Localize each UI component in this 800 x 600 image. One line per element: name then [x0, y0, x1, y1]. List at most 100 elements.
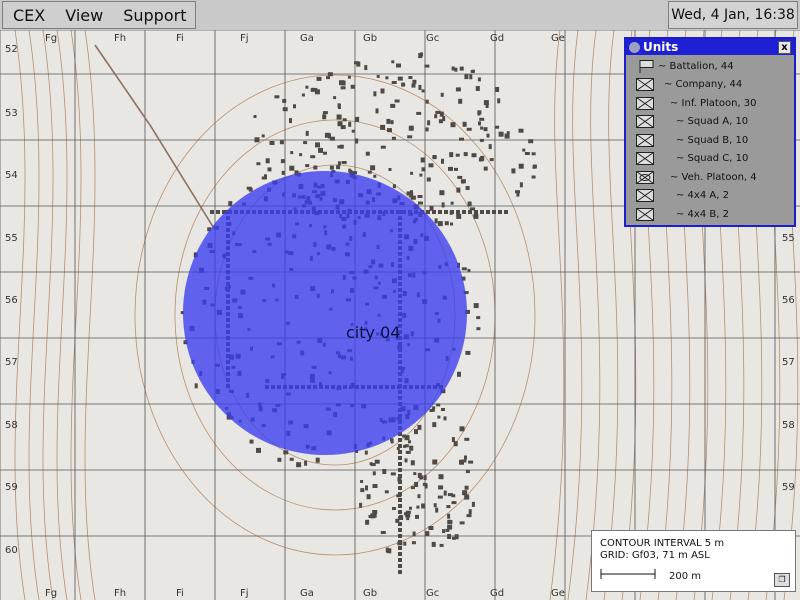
unit-row[interactable]: ~ Inf. Platoon, 30	[628, 94, 792, 113]
unit-row[interactable]: ~ Squad A, 10	[628, 113, 792, 132]
building	[411, 541, 416, 545]
grid-column-label: Gc	[426, 33, 439, 44]
building	[398, 480, 402, 484]
unit-row[interactable]: ~ 4x4 A, 2	[628, 187, 792, 206]
building	[404, 444, 409, 448]
building	[336, 165, 341, 170]
building	[347, 75, 351, 79]
building	[341, 161, 347, 164]
building	[444, 221, 449, 226]
grid-column-label: Fh	[114, 33, 126, 44]
building	[392, 184, 396, 189]
grid-column-label: Gd	[490, 33, 504, 44]
unit-row[interactable]: ~ Veh. Platoon, 4	[628, 168, 792, 187]
building	[437, 221, 443, 227]
infantry-icon	[636, 207, 654, 221]
building	[468, 460, 474, 464]
units-list: ~ Battalion, 44 ~ Company, 44 ~ Inf. Plato…	[628, 57, 792, 223]
units-title-bar[interactable]: Units x	[626, 39, 794, 55]
hq-flag-icon	[636, 59, 654, 73]
building	[417, 494, 421, 499]
building	[433, 423, 436, 427]
building	[465, 186, 470, 190]
building	[261, 134, 265, 138]
building	[459, 459, 464, 465]
building	[409, 506, 412, 510]
menu-support[interactable]: Support	[113, 6, 196, 25]
building	[372, 471, 376, 476]
building	[411, 83, 416, 88]
grid-column-label: Gc	[426, 588, 439, 599]
building	[329, 165, 334, 170]
building	[497, 98, 501, 104]
close-icon[interactable]: x	[778, 41, 791, 54]
building	[468, 509, 472, 515]
city-label[interactable]: city 04	[346, 323, 400, 342]
infantry-icon	[636, 152, 654, 166]
building	[438, 210, 442, 214]
building	[531, 175, 536, 179]
building	[296, 462, 302, 468]
building	[434, 114, 438, 119]
restore-icon[interactable]: ❐	[774, 573, 790, 587]
building	[504, 210, 508, 214]
unit-row[interactable]: ~ 4x4 B, 2	[628, 205, 792, 224]
menu-cex[interactable]: CEX	[3, 6, 55, 25]
building	[442, 529, 446, 534]
building	[280, 159, 285, 164]
grid-column-label: Fi	[176, 588, 184, 599]
unit-row[interactable]: ~ Squad C, 10	[628, 150, 792, 169]
building	[253, 115, 257, 118]
building	[305, 130, 309, 136]
building	[376, 74, 380, 78]
building	[451, 437, 455, 443]
building	[464, 455, 467, 460]
building	[324, 132, 330, 138]
grid-row-label: 60	[5, 545, 18, 556]
city-zone-circle[interactable]	[183, 171, 467, 455]
grid-row-label: 56	[5, 295, 18, 306]
building	[479, 117, 485, 121]
building	[323, 151, 327, 155]
grid-column-label: Fh	[114, 588, 126, 599]
building	[528, 139, 534, 144]
building	[305, 164, 310, 168]
menu-view[interactable]: View	[55, 6, 113, 25]
building	[420, 157, 425, 163]
building	[450, 122, 456, 128]
building	[391, 60, 395, 64]
building	[310, 87, 315, 92]
building	[254, 137, 260, 143]
building	[315, 457, 320, 463]
building	[424, 64, 430, 68]
building	[471, 153, 477, 158]
building	[438, 485, 444, 490]
building	[337, 145, 343, 149]
unit-row[interactable]: ~ Battalion, 44	[628, 57, 792, 76]
building	[423, 475, 427, 481]
units-window[interactable]: Units x ~ Battalion, 44 ~ Company, 44 ~ In…	[624, 37, 796, 227]
building	[318, 147, 323, 153]
building	[451, 494, 456, 498]
grid-row-label: 53	[5, 108, 18, 119]
building	[506, 131, 510, 135]
building	[360, 488, 365, 493]
building	[432, 155, 436, 159]
building	[486, 210, 490, 214]
building	[426, 177, 431, 182]
grid-row-label: 57	[782, 357, 795, 368]
building	[373, 91, 377, 97]
building	[522, 148, 526, 152]
building	[443, 416, 447, 421]
building	[467, 201, 472, 207]
building	[435, 507, 439, 513]
grid-row-label: 54	[5, 170, 18, 181]
building	[414, 482, 419, 487]
building	[299, 153, 303, 157]
unit-row[interactable]: ~ Squad B, 10	[628, 131, 792, 150]
scale-bar	[600, 569, 656, 579]
building	[394, 99, 400, 103]
building	[397, 76, 403, 81]
building	[369, 462, 373, 466]
unit-row[interactable]: ~ Company, 44	[628, 76, 792, 95]
